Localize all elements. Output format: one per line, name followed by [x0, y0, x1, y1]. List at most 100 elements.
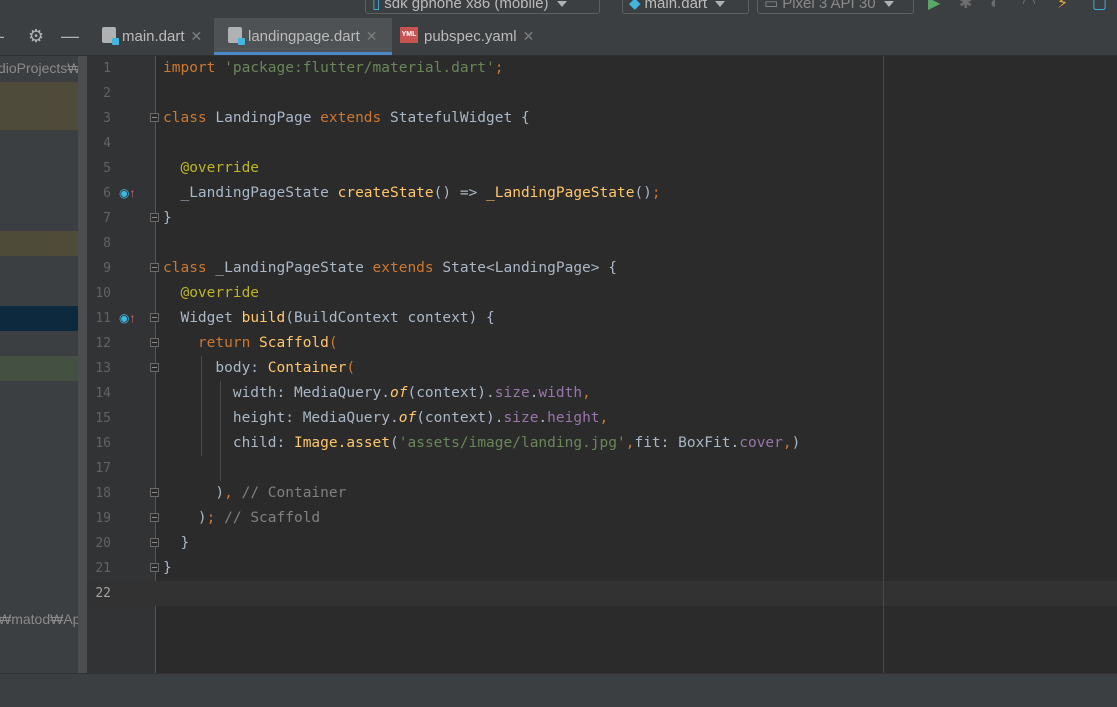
closing-label-comment: // Scaffold	[224, 510, 321, 526]
overrides-method-icon[interactable]: ◉↑	[119, 306, 135, 331]
type-token: _LandingPageState	[180, 185, 329, 201]
keyword-token: return	[197, 335, 251, 351]
fold-icon[interactable]	[150, 113, 159, 122]
named-arg-token: body:	[215, 360, 260, 376]
run-icon[interactable]: ▶	[928, 0, 940, 12]
tab-main-dart[interactable]: main.dart ✕	[94, 18, 212, 55]
fold-icon[interactable]	[150, 363, 159, 372]
line-number: 11	[95, 311, 111, 326]
avd-icon: ▭	[764, 0, 779, 12]
fold-icon[interactable]	[150, 538, 159, 547]
code-line-14: width: MediaQuery.of(context).size.width…	[163, 381, 591, 406]
class-name-token: LandingPage	[215, 110, 312, 126]
constructor-token: Container	[267, 360, 347, 376]
code-line-11: Widget build(BuildContext context) {	[163, 306, 494, 331]
tab-label: landingpage.dart	[248, 28, 360, 45]
keyword-token: class	[163, 260, 207, 276]
close-icon[interactable]: ✕	[366, 28, 378, 44]
gear-icon[interactable]: ⚙	[28, 26, 44, 46]
class-token: MediaQuery.	[302, 410, 399, 426]
property-token: cover	[739, 435, 783, 451]
class-token: MediaQuery.	[293, 385, 390, 401]
paren-token: )	[215, 485, 225, 501]
string-token: 'assets/image/landing.jpg'	[398, 435, 626, 451]
code-token: (context).	[416, 410, 504, 426]
project-row-highlight[interactable]	[0, 356, 87, 381]
paren-token: (	[346, 360, 356, 376]
line-number: 9	[103, 261, 111, 276]
function-token: asset	[346, 435, 391, 451]
line-number: 6	[103, 186, 111, 201]
project-row-selected[interactable]	[0, 306, 87, 331]
tab-landingpage-dart[interactable]: landingpage.dart ✕	[214, 18, 392, 55]
hide-panel-icon[interactable]: —	[61, 26, 79, 46]
paren-token: )	[197, 510, 207, 526]
keyword-token: extends	[320, 110, 382, 126]
project-row-highlight[interactable]	[0, 231, 87, 256]
project-scrollbar[interactable]	[78, 56, 87, 673]
fold-icon[interactable]	[150, 263, 159, 272]
bottom-tool-bar	[0, 673, 1117, 707]
project-panel-tools: – ⚙ —	[0, 18, 92, 55]
current-line-highlight	[87, 581, 1117, 606]
closing-label-comment: // Container	[241, 485, 347, 501]
editor-tab-bar: – ⚙ — main.dart ✕ landingpage.dart ✕ YML pu…	[0, 18, 1117, 56]
collapse-icon[interactable]: –	[0, 26, 4, 46]
device-manager-icon[interactable]: ▢	[1092, 0, 1107, 12]
project-path-top: dioProjects₩	[0, 60, 81, 76]
fold-icon[interactable]	[150, 313, 159, 322]
phone-icon: ▯	[372, 0, 381, 12]
close-icon[interactable]: ✕	[523, 28, 535, 44]
tab-pubspec-yaml[interactable]: YML pubspec.yaml ✕	[394, 18, 554, 55]
dart-file-icon	[228, 27, 245, 46]
device-selector[interactable]: ▯ sdk gphone x86 (mobile)	[365, 0, 600, 14]
fold-icon[interactable]	[150, 563, 159, 572]
code-line-13: body: Container(	[163, 356, 355, 381]
fold-icon[interactable]	[150, 513, 159, 522]
yaml-file-icon: YML	[400, 27, 418, 44]
line-number: 3	[103, 111, 111, 126]
line-number: 19	[95, 511, 111, 526]
line-number: 5	[103, 161, 111, 176]
keyword-token: class	[163, 110, 207, 126]
property-token: height	[547, 410, 600, 426]
paren-token: (	[328, 335, 338, 351]
code-line-16: child: Image.asset('assets/image/landing…	[163, 431, 801, 456]
comma-token: ,	[224, 485, 233, 501]
attach-debugger-icon[interactable]: ◐	[990, 0, 1000, 12]
semicolon-token: ;	[206, 510, 216, 526]
run-toolbar: ▯ sdk gphone x86 (mobile) ◆ main.dart ▭ Pix…	[0, 0, 1117, 18]
code-line-3: class LandingPage extends StatefulWidget…	[163, 106, 530, 131]
comma-token: ,	[599, 410, 609, 426]
debug-icon[interactable]: ✱	[959, 0, 972, 12]
profile-icon[interactable]: ◠	[1022, 0, 1036, 12]
tab-label: main.dart	[122, 28, 185, 45]
code-token: .	[538, 410, 548, 426]
named-arg-token: fit: BoxFit.	[634, 435, 740, 451]
constructor-token: _LandingPageState	[486, 185, 635, 201]
code-line-12: return Scaffold(	[163, 331, 338, 356]
comma-token: ,	[782, 435, 792, 451]
overrides-method-icon[interactable]: ◉↑	[119, 181, 135, 206]
close-icon[interactable]: ✕	[191, 28, 203, 44]
line-number: 8	[103, 236, 111, 251]
annotation-token: @override	[180, 160, 260, 176]
line-number: 13	[95, 361, 111, 376]
fold-icon[interactable]	[150, 338, 159, 347]
line-number: 12	[95, 336, 111, 351]
project-row-highlight[interactable]	[0, 82, 87, 130]
fold-icon[interactable]	[150, 213, 159, 222]
avd-selector[interactable]: ▭ Pixel 3 API 30	[757, 0, 914, 14]
chevron-down-icon	[715, 1, 726, 8]
line-number: 16	[95, 436, 111, 451]
code-line-20: }	[163, 531, 189, 556]
semicolon-token: ;	[494, 60, 504, 76]
chevron-down-icon	[556, 1, 567, 8]
code-editor[interactable]: 1 2 3 4 5 6 7 8 9 10 11 12 13 14 15 16 1…	[87, 56, 1117, 673]
fold-icon[interactable]	[150, 488, 159, 497]
run-config-selector[interactable]: ◆ main.dart	[622, 0, 749, 14]
code-line-7: }	[163, 206, 172, 231]
paren-token: (	[390, 435, 399, 451]
hot-reload-icon[interactable]: ⚡	[1057, 0, 1068, 12]
code-token: }	[163, 210, 172, 226]
